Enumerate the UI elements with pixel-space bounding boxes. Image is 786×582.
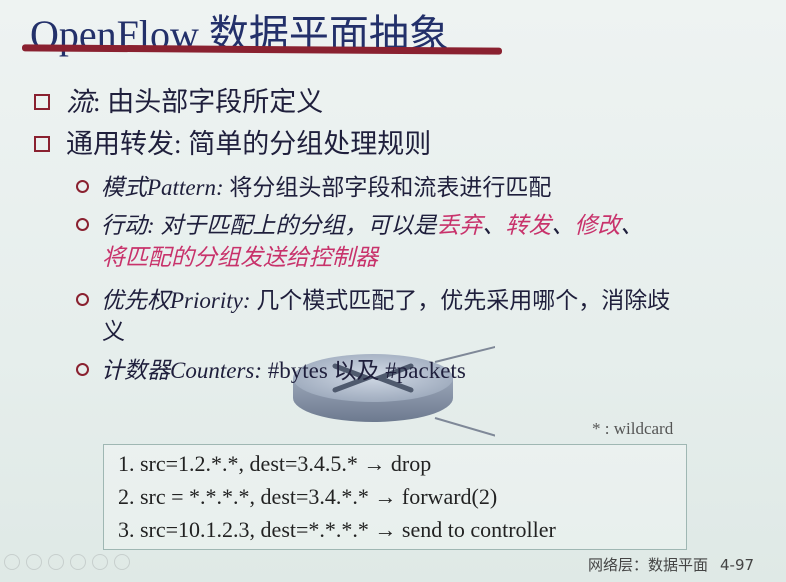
bullet-gf-text: 通用转发: 简单的分组处理规则 [66,129,432,159]
next-icon[interactable] [26,554,42,570]
sub-priority-line2: 义 [102,312,125,346]
wildcard-note: * : wildcard [592,419,674,438]
pattern-text: 将分组头部字段和流表进行匹配 [223,175,552,200]
square-bullet-icon [34,94,50,110]
more-icon[interactable] [114,554,130,570]
zoom-icon[interactable] [92,554,108,570]
sub-priority: 优先权Priority: 几个模式匹配了，优先采用哪个，消除歧 [76,281,670,315]
action-send-controller: 将匹配的分组发送给控制器 [102,245,378,270]
action-sep-1: 、 [482,213,506,238]
action-drop: 丢弃 [436,213,483,238]
action-label: 行动: [101,213,155,238]
edit-icon[interactable] [48,554,64,570]
action-modify: 修改 [574,213,621,238]
action-forward: 转发 [505,213,552,238]
ring-bullet-icon [76,293,89,306]
router-icon [293,345,495,437]
action-sep-3: 、 [620,213,644,238]
action-text: 对于匹配上的分组，可以是 [154,213,437,238]
bullet-generalized-forwarding: 通用转发: 简单的分组处理规则 [34,122,431,161]
sub-action: 行动: 对于匹配上的分组，可以是丢弃、转发、修改、 [76,206,643,240]
menu-icon[interactable] [70,554,86,570]
footer-section: 网络层：数据平面 [588,556,709,574]
bullet-flow-label: 流 [66,87,93,117]
prev-icon[interactable] [4,554,20,570]
counters-text: #bytes 以及 #packets [262,358,466,383]
action-sep-2: 、 [551,213,575,238]
footer: 网络层：数据平面 4-97 [588,554,754,575]
slide: OpenFlow 数据平面抽象 流: 由头部字段所定义 通用转发: 简单的分组处… [0,0,786,582]
pattern-label: 模式Pattern: [101,175,224,200]
counters-label: 计数器Counters: [101,358,262,383]
ring-bullet-icon [76,363,89,376]
sub-action-line2: 将匹配的分组发送给控制器 [102,238,378,272]
page-number: 4-97 [720,556,755,574]
flow-rule: 2. src = *.*.*.*, dest=3.4.*.* → forward… [118,484,498,509]
flow-table-box: 1. src=1.2.*.*, dest=3.4.5.* → drop 2. s… [103,444,687,550]
priority-text: 几个模式匹配了，优先采用哪个，消除歧 [250,288,671,313]
bullet-flow-text: : 由头部字段所定义 [93,87,324,117]
square-bullet-icon [34,136,50,152]
sub-pattern: 模式Pattern: 将分组头部字段和流表进行匹配 [76,168,551,202]
ring-bullet-icon [76,218,89,231]
bullet-flow: 流: 由头部字段所定义 [34,80,323,119]
slide-nav-controls[interactable] [0,552,170,574]
flow-rule: 3. src=10.1.2.3, dest=*.*.*.* → send to … [118,517,556,542]
priority-label: 优先权Priority: [101,288,251,313]
flow-rule: 1. src=1.2.*.*, dest=3.4.5.* → drop [118,451,432,476]
ring-bullet-icon [76,180,89,193]
priority-line2: 义 [102,319,125,344]
sub-counters: 计数器Counters: #bytes 以及 #packets [76,351,466,385]
